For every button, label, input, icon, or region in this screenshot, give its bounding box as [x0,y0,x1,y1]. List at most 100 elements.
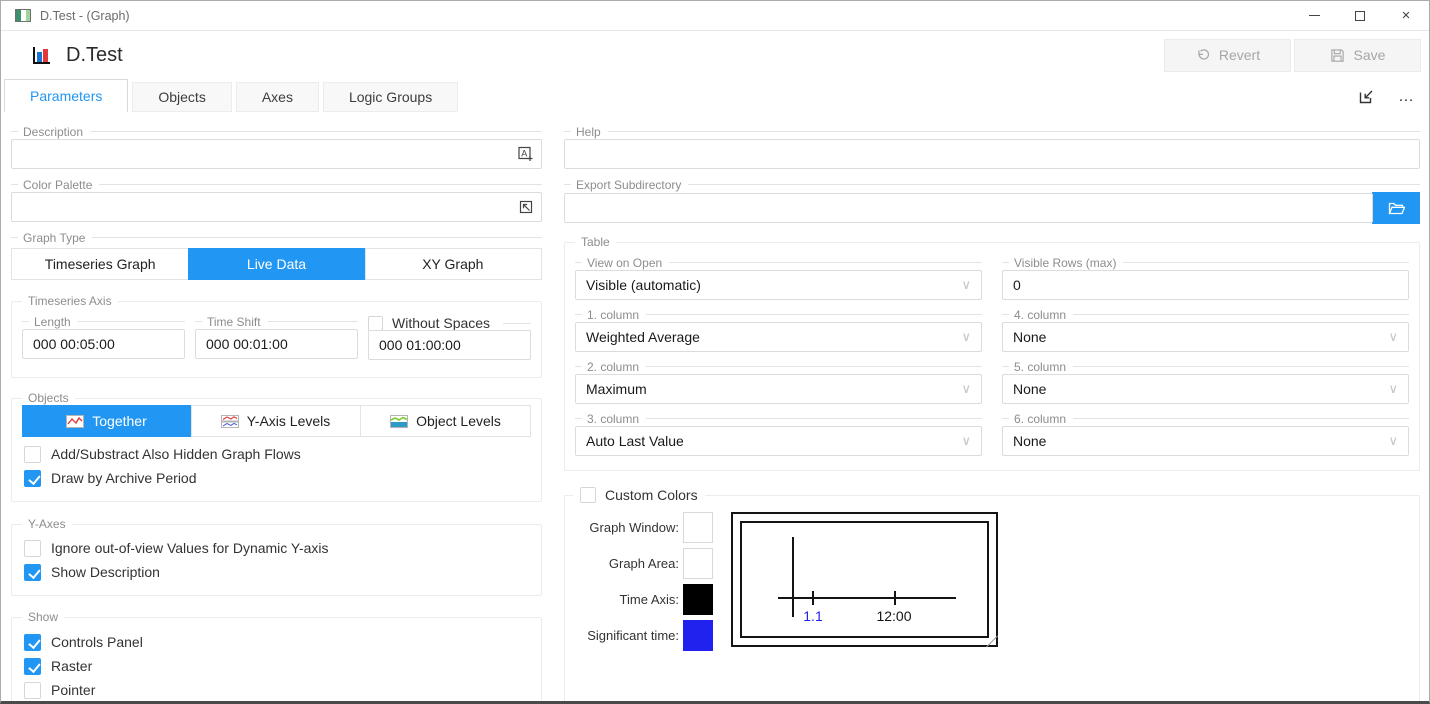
draw-archive-period-row[interactable]: Draw by Archive Period [22,467,531,489]
add-hidden-flows-row[interactable]: Add/Substract Also Hidden Graph Flows [22,443,531,465]
save-button[interactable]: Save [1294,39,1421,72]
color-palette-label: Color Palette [11,178,542,191]
maximize-button[interactable] [1337,1,1383,30]
export-subdirectory-input[interactable] [575,200,1362,216]
description-label: Description [11,125,542,138]
ignore-out-of-view-checkbox[interactable] [24,540,41,557]
revert-label: Revert [1219,47,1260,63]
add-hidden-flows-checkbox[interactable] [24,446,41,463]
add-hidden-flows-label: Add/Substract Also Hidden Graph Flows [51,446,301,462]
graph-type-timeseries[interactable]: Timeseries Graph [12,249,189,279]
controls-panel-checkbox[interactable] [24,634,41,651]
table-col-right: Visible Rows (max) 4. column None ∨ 5. c… [1002,256,1409,464]
objects-groupbox: Objects Together Y-Axis Levels [11,398,542,502]
browse-folder-button[interactable] [1372,192,1420,224]
column-6-field: 6. column None ∨ [1002,412,1409,456]
objects-mode-together[interactable]: Together [22,405,192,437]
content: Description A Color Palette [1,112,1429,704]
custom-colors-checkbox[interactable] [580,487,596,503]
preview-tick-1 [812,591,814,605]
chevron-down-icon: ∨ [1388,434,1398,449]
column-6-select[interactable]: None ∨ [1002,426,1409,456]
help-input[interactable] [575,146,1409,162]
controls-panel-label: Controls Panel [51,634,143,650]
segment-label: Together [92,413,146,429]
column-4-select[interactable]: None ∨ [1002,322,1409,352]
tab-parameters[interactable]: Parameters [4,79,128,112]
length-input[interactable] [33,336,174,352]
pointer-row[interactable]: Pointer [12,679,541,701]
visible-rows-input[interactable] [1013,277,1398,293]
significant-time-swatch[interactable] [683,620,713,651]
graph-area-swatch[interactable] [683,548,713,579]
tab-axes[interactable]: Axes [236,82,319,112]
together-icon [66,415,84,428]
right-column: Help Export Subdirectory Table Vie [564,125,1420,704]
folder-icon [1388,201,1405,215]
preview-time-label: 12:00 [872,608,916,624]
column-2-label: 2. column [575,360,982,373]
raster-checkbox[interactable] [24,658,41,675]
column-5-select[interactable]: None ∨ [1002,374,1409,404]
pick-palette-button[interactable] [518,199,534,215]
graph-type-live-data[interactable]: Live Data [188,248,365,280]
column-2-select[interactable]: Maximum ∨ [575,374,982,404]
without-spaces-toggle[interactable]: Without Spaces [368,315,531,331]
controls-panel-row[interactable]: Controls Panel [12,631,541,653]
graph-window-color-row: Graph Window: [565,512,713,543]
raster-row[interactable]: Raster [12,655,541,677]
objects-mode-object-levels[interactable]: Object Levels [361,406,530,436]
select-value: Maximum [586,381,647,397]
object-levels-icon [390,415,408,428]
custom-colors-toggle[interactable]: Custom Colors [573,487,705,503]
show-label: Show [22,611,64,624]
show-description-row[interactable]: Show Description [12,561,541,583]
without-spaces-input[interactable] [379,337,520,353]
time-shift-input[interactable] [206,336,347,352]
visible-rows-field: Visible Rows (max) [1002,256,1409,300]
minimize-button[interactable] [1291,1,1337,30]
timeseries-axis-groupbox: Timeseries Axis Length Time Shift Withou… [11,301,542,378]
objects-label: Objects [22,392,75,405]
pointer-checkbox[interactable] [24,682,41,699]
chevron-down-icon: ∨ [961,434,971,449]
description-input[interactable] [22,146,531,162]
time-shift-field: Time Shift [195,315,358,360]
objects-mode-segmented: Together Y-Axis Levels Object Levels [22,405,531,437]
graph-window-swatch[interactable] [683,512,713,543]
show-groupbox: Show Controls Panel Raster Pointer [11,617,542,704]
revert-button[interactable]: Revert [1164,39,1291,72]
more-menu-button[interactable]: … [1398,92,1415,102]
column-4-label: 4. column [1002,308,1409,321]
draw-archive-period-checkbox[interactable] [24,470,41,487]
tab-label: Objects [158,89,205,105]
select-value: None [1013,381,1046,397]
preview-tick-2 [894,591,896,605]
import-button[interactable] [1357,87,1376,106]
objects-mode-y-axis-levels[interactable]: Y-Axis Levels [191,406,361,436]
close-button[interactable]: × [1383,1,1429,30]
header: D.Test Revert Save [1,31,1429,79]
custom-colors-label: Custom Colors [605,487,698,503]
graph-window-label: Graph Window: [589,520,679,535]
export-subdirectory-group: Export Subdirectory [564,178,1420,224]
add-text-button[interactable]: A [517,146,534,163]
tab-objects[interactable]: Objects [132,82,231,112]
save-icon [1330,48,1345,63]
column-2-field: 2. column Maximum ∨ [575,360,982,404]
column-3-select[interactable]: Auto Last Value ∨ [575,426,982,456]
significant-time-color-row: Significant time: [565,620,713,651]
without-spaces-checkbox[interactable] [368,316,383,331]
color-palette-input[interactable] [22,199,531,215]
time-axis-swatch[interactable] [683,584,713,615]
window-controls: × [1291,1,1429,30]
graph-type-xy[interactable]: XY Graph [365,249,541,279]
chevron-down-icon: ∨ [961,330,971,345]
color-palette-field-group: Color Palette [11,178,542,222]
show-description-label: Show Description [51,564,160,580]
ignore-out-of-view-row[interactable]: Ignore out-of-view Values for Dynamic Y-… [12,537,541,559]
tab-logic-groups[interactable]: Logic Groups [323,82,458,112]
show-description-checkbox[interactable] [24,564,41,581]
column-1-select[interactable]: Weighted Average ∨ [575,322,982,352]
view-on-open-select[interactable]: Visible (automatic) ∨ [575,270,982,300]
